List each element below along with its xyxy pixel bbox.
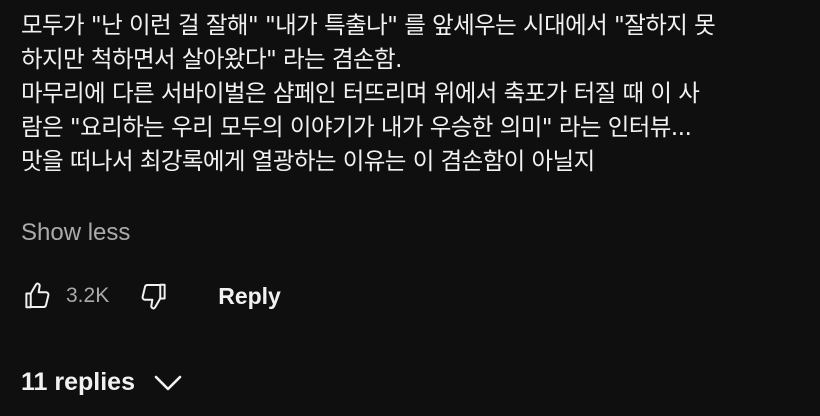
comment-text-line: 모두가 "난 이런 걸 잘해" "내가 특출나" 를 앞세우는 시대에서 "잘하…: [21, 11, 716, 39]
comment-text-line: 맛을 떠나서 최강록에게 열광하는 이유는 이 겸손함이 아닐지: [21, 147, 595, 175]
thumbs-down-icon: [141, 283, 166, 310]
replies-toggle-button[interactable]: 11 replies: [21, 368, 183, 397]
replies-count-label: 11 replies: [21, 368, 135, 396]
reply-button[interactable]: Reply: [218, 283, 281, 310]
dislike-button[interactable]: [137, 276, 171, 316]
comment-text-line: 하지만 척하면서 살아왔다" 라는 겸손함.: [21, 45, 402, 73]
comment-text-line: 마무리에 다른 서바이벌은 샴페인 터뜨리며 위에서 축포가 터질 때 이 사: [21, 79, 700, 107]
thumbs-up-icon: [25, 282, 50, 309]
chevron-down-icon: [153, 372, 183, 394]
comment-body: 모두가 "난 이런 걸 잘해" "내가 특출나" 를 앞세우는 시대에서 "잘하…: [21, 8, 811, 178]
like-button[interactable]: [20, 276, 54, 316]
comment-text-line: 람은 "요리하는 우리 모두의 이야기가 내가 우승한 의미" 라는 인터뷰..…: [21, 113, 692, 141]
like-count: 3.2K: [66, 284, 110, 307]
show-less-button[interactable]: Show less: [21, 219, 130, 247]
comment-action-bar: 3.2K Reply: [20, 276, 281, 316]
